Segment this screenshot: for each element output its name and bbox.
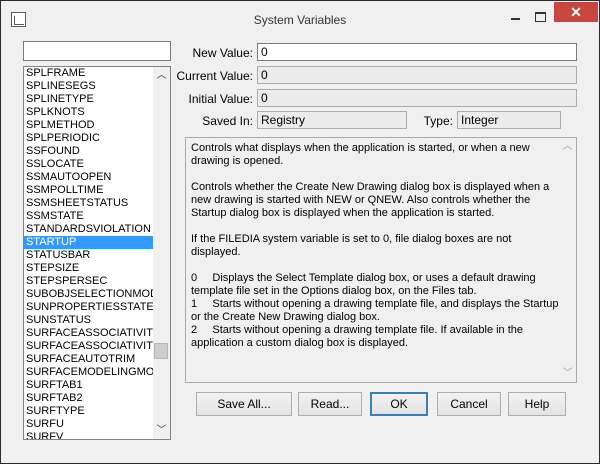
list-item[interactable]: SSMPOLLTIME	[24, 184, 154, 197]
initial-value-label: Initial Value:	[188, 92, 253, 106]
list-scrollbar[interactable]: ︿ ﹀	[153, 67, 170, 439]
read-button[interactable]: Read...	[298, 392, 362, 416]
description-panel: Controls what displays when the applicat…	[185, 137, 577, 383]
list-item[interactable]: SPLPERIODIC	[24, 132, 154, 145]
new-value-field[interactable]: 0	[257, 43, 577, 61]
list-item[interactable]: SURFU	[24, 418, 154, 431]
new-value-label: New Value:	[192, 46, 253, 60]
close-icon[interactable]: ✕	[554, 2, 598, 22]
variable-list-items: SPLFRAME SPLINESEGS SPLINETYPE SPLKNOTS SPLM…	[24, 67, 154, 439]
list-item[interactable]: SURFTAB2	[24, 392, 154, 405]
current-value-field: 0	[257, 66, 577, 84]
chevron-down-icon[interactable]: ﹀	[559, 365, 576, 382]
list-item[interactable]: STEPSIZE	[24, 262, 154, 275]
list-item[interactable]: SURFACEASSOCIATIVITY	[24, 340, 154, 353]
ok-button[interactable]: OK	[370, 392, 428, 416]
list-item[interactable]: SPLKNOTS	[24, 106, 154, 119]
list-item[interactable]: SSMSHEETSTATUS	[24, 197, 154, 210]
current-value-label: Current Value:	[176, 69, 253, 83]
list-item[interactable]: SURFTAB1	[24, 379, 154, 392]
variable-list[interactable]: SPLFRAME SPLINESEGS SPLINETYPE SPLKNOTS SPLM…	[23, 66, 171, 440]
list-scroll-thumb[interactable]	[154, 343, 168, 359]
system-variables-dialog: System Variables ✕ SPLFRAME SPLINESEGS SPL…	[0, 0, 600, 464]
maximize-icon[interactable]	[529, 7, 553, 27]
list-item[interactable]: SURFTYPE	[24, 405, 154, 418]
list-item[interactable]: STARTUP	[24, 236, 154, 249]
saved-in-field: Registry	[257, 111, 407, 129]
type-field: Integer	[457, 111, 561, 129]
list-item[interactable]: SSMAUTOOPEN	[24, 171, 154, 184]
chevron-up-icon[interactable]: ︿	[559, 138, 576, 155]
list-item[interactable]: SURFV	[24, 431, 154, 439]
list-item[interactable]: SURFACEAUTOTRIM	[24, 353, 154, 366]
list-item[interactable]: SPLMETHOD	[24, 119, 154, 132]
type-label: Type:	[423, 114, 453, 128]
description-scrollbar[interactable]: ︿ ﹀	[559, 138, 576, 382]
list-item[interactable]: STATUSBAR	[24, 249, 154, 262]
list-item[interactable]: SUBOBJSELECTIONMOD	[24, 288, 154, 301]
title-bar[interactable]: System Variables ✕	[1, 1, 599, 35]
list-item[interactable]: SUNSTATUS	[24, 314, 154, 327]
list-item[interactable]: SSLOCATE	[24, 158, 154, 171]
list-item[interactable]: SURFACEMODELINGMOD	[24, 366, 154, 379]
list-item[interactable]: STANDARDSVIOLATION	[24, 223, 154, 236]
list-item[interactable]: SSFOUND	[24, 145, 154, 158]
list-item[interactable]: SSMSTATE	[24, 210, 154, 223]
list-item[interactable]: SPLINETYPE	[24, 93, 154, 106]
saved-in-label: Saved In:	[202, 114, 253, 128]
list-item[interactable]: SURFACEASSOCIATIVITY	[24, 327, 154, 340]
variable-filter-input[interactable]	[23, 41, 171, 61]
cancel-button[interactable]: Cancel	[437, 392, 501, 416]
chevron-up-icon[interactable]: ︿	[153, 67, 170, 84]
list-item[interactable]: STEPSPERSEC	[24, 275, 154, 288]
save-all-button[interactable]: Save All...	[196, 392, 292, 416]
help-button[interactable]: Help	[508, 392, 566, 416]
chevron-down-icon[interactable]: ﹀	[153, 422, 170, 439]
list-item[interactable]: SUNPROPERTIESSTATE	[24, 301, 154, 314]
minimize-icon[interactable]	[503, 7, 529, 27]
list-item[interactable]: SPLINESEGS	[24, 80, 154, 93]
description-text: Controls what displays when the applicat…	[191, 142, 559, 349]
initial-value-field: 0	[257, 89, 577, 107]
list-item[interactable]: SPLFRAME	[24, 67, 154, 80]
